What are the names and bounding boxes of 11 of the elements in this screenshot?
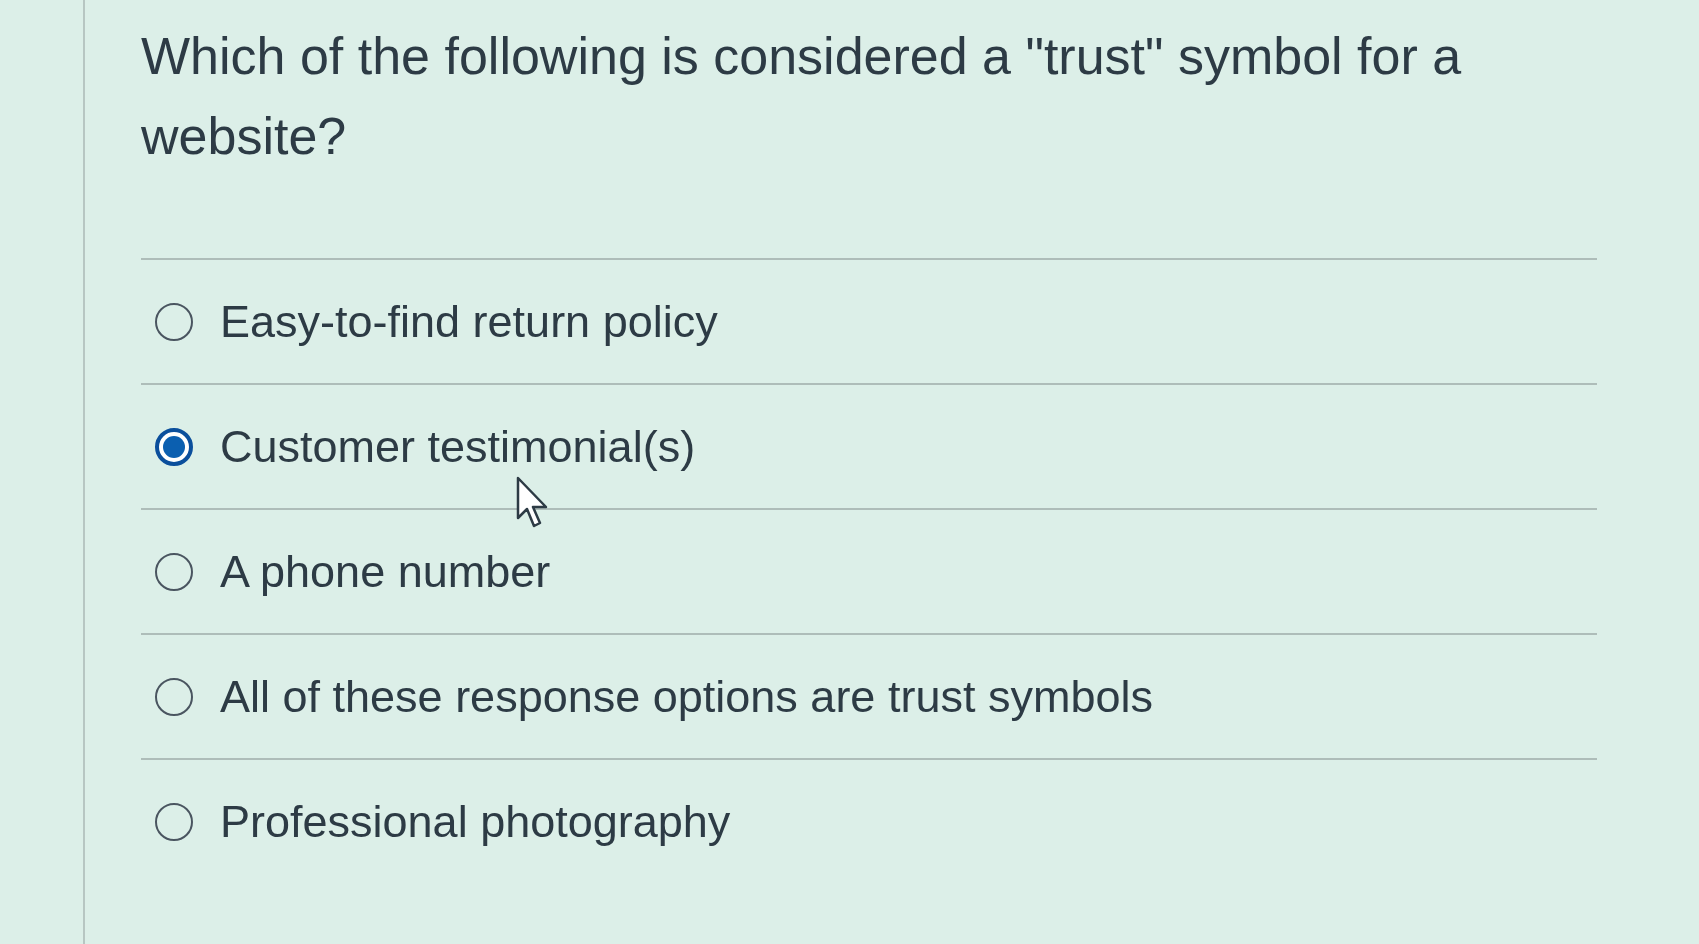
option-label[interactable]: A phone number	[220, 545, 551, 598]
option-label[interactable]: Customer testimonial(s)	[220, 420, 696, 473]
option-label[interactable]: All of these response options are trust symbols	[220, 670, 1153, 723]
radio-button[interactable]	[155, 302, 193, 341]
radio-button[interactable]	[155, 427, 193, 466]
radio-button[interactable]	[155, 677, 193, 716]
option-label[interactable]: Easy-to-find return policy	[220, 295, 718, 348]
radio-button[interactable]	[155, 552, 193, 591]
option-label[interactable]: Professional photography	[220, 795, 731, 848]
radio-button[interactable]	[155, 802, 193, 841]
question-text: Which of the following is considered a "trust" symbol for a website?	[141, 26, 1463, 167]
